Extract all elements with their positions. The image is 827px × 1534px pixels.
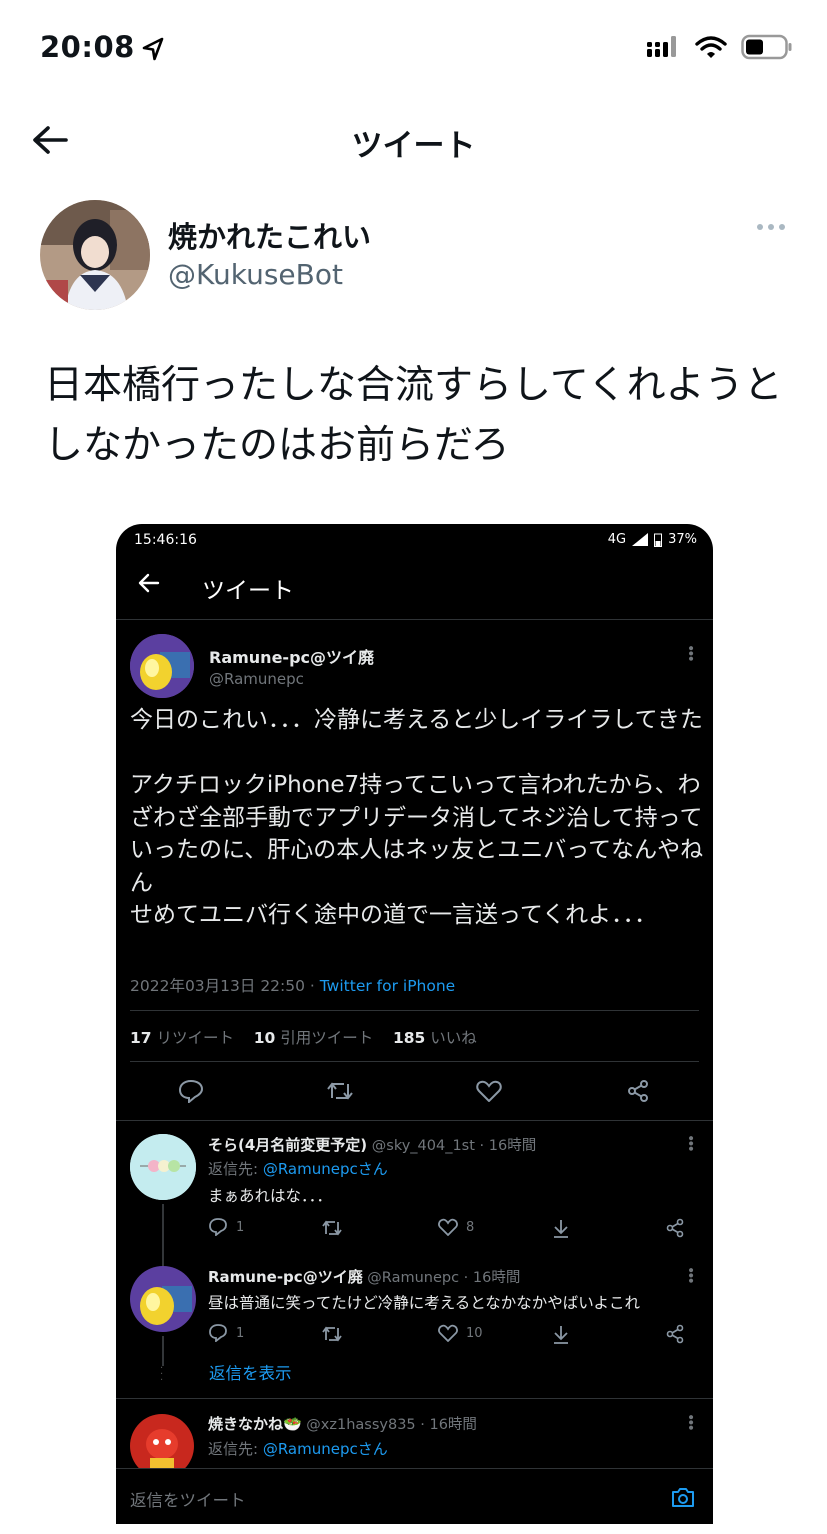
embedded-divider [130, 1061, 699, 1062]
retweet-icon [322, 1326, 342, 1342]
reply3-reply-to: 返信先: @Ramunepcさん [208, 1438, 388, 1459]
attached-image[interactable]: 15:46:16 4G 37% ツイート Ramune-pc@ツイ廃 @Ramu… [116, 524, 713, 1524]
thread-dots: · · · [160, 1363, 164, 1386]
camera-icon [672, 1488, 694, 1507]
author-handle[interactable]: @KukuseBot [168, 258, 343, 291]
reply1-reply-to: 返信先: @Ramunepcさん [208, 1158, 388, 1179]
show-replies-link: 返信を表示 [209, 1364, 292, 1383]
reply-icon [209, 1324, 227, 1342]
embedded-battery-level: 37% [668, 532, 697, 547]
embedded-network: 4G [607, 532, 627, 547]
reply1-text: まぁあれはな．．． [208, 1187, 333, 1205]
embedded-status-time: 15:46:16 [134, 532, 197, 548]
cellular-signal-icon [647, 36, 676, 57]
reply1-more-icon: ••• [682, 1134, 698, 1150]
reply1-name: そら(4月名前変更予定) [208, 1136, 368, 1154]
reply1-reply: 1 [208, 1218, 244, 1236]
reply-icon [209, 1218, 227, 1236]
reply2-name: Ramune-pc@ツイ廃 [208, 1268, 363, 1286]
reply1-like-count: 8 [466, 1219, 475, 1235]
embedded-tweet-text: 今日のこれい．．．冷静に考えると少しイライラしてきた アクチロックiPhone7… [130, 707, 704, 928]
reply2-text: 昼は普通に笑ってたけど冷静に考えるとなかなかやばいよこれ [208, 1294, 640, 1312]
location-arrow-icon [142, 37, 164, 61]
reply3-header: 焼きなかね🥗 @xz1hassy835 · 16時間 [208, 1413, 477, 1434]
embedded-header-title: ツイート [202, 578, 294, 604]
like-count: 185 [392, 1029, 426, 1047]
share-icon [666, 1218, 684, 1238]
more-options-icon[interactable] [756, 222, 786, 232]
retweet-count: 17 [130, 1029, 152, 1047]
reply2-more-icon: ••• [682, 1266, 698, 1282]
reply1-avatar [130, 1134, 196, 1200]
wifi-icon [695, 36, 727, 58]
embedded-compose-bar: 返信をツイート [116, 1468, 713, 1524]
embedded-date-text: 2022年03月13日 22:50 · [130, 977, 320, 995]
reply2-avatar [130, 1266, 196, 1332]
embedded-share-icon [628, 1080, 648, 1102]
embedded-retweet-icon [327, 1082, 353, 1100]
tweet-text: 日本橋行ったしな合流すらしてくれようとしなかったのはお前らだろ [44, 363, 783, 468]
embedded-divider [116, 1120, 713, 1121]
page-title: ツイート [351, 128, 476, 164]
embedded-divider [130, 1010, 699, 1011]
embedded-tweet-date: 2022年03月13日 22:50 · Twitter for iPhone [130, 974, 455, 996]
download-icon [554, 1220, 568, 1238]
like-icon [438, 1324, 458, 1342]
reply1-reply-count: 1 [236, 1219, 245, 1235]
embedded-signal-icon [632, 533, 649, 546]
reply1-header: そら(4月名前変更予定) @sky_404_1st · 16時間 [208, 1134, 536, 1155]
reply1-reply-to-prefix: 返信先: [208, 1160, 263, 1178]
reply3-reply-to-handle: @Ramunepcさん [262, 1440, 388, 1458]
reply3-name: 焼きなかね🥗 [208, 1415, 302, 1433]
thread-line [162, 1336, 164, 1366]
embedded-back-arrow-icon [138, 573, 160, 593]
embedded-stats: 17 リツイート 10 引用ツイート 185 いいね [130, 1026, 477, 1048]
status-icons [647, 34, 793, 60]
embedded-divider [116, 1398, 713, 1399]
reply2-header: Ramune-pc@ツイ廃 @Ramunepc · 16時間 [208, 1266, 520, 1287]
embedded-divider [116, 619, 713, 620]
author-display-name[interactable]: 焼かれたこれい [168, 214, 371, 256]
embedded-battery-icon [654, 533, 663, 547]
embedded-reply-icon [178, 1079, 204, 1103]
quote-count: 10 [253, 1029, 276, 1047]
reply1-meta: @sky_404_1st · 16時間 [367, 1138, 537, 1154]
embedded-avatar [130, 634, 194, 698]
embedded-like-icon [476, 1080, 502, 1102]
reply1-reply-to-handle: @Ramunepcさん [262, 1160, 388, 1178]
retweet-icon [322, 1220, 342, 1236]
status-time: 20:08 [40, 30, 135, 64]
embedded-more-icon: ••• [682, 644, 698, 660]
reply2-reply-count: 1 [236, 1325, 245, 1341]
avatar[interactable] [40, 200, 150, 310]
embedded-status-icons: 4G 37% [608, 532, 697, 547]
reply3-meta: @xz1hassy835 · 16時間 [301, 1417, 477, 1433]
reply3-reply-to-prefix: 返信先: [208, 1440, 263, 1458]
reply2-like: 10 [438, 1324, 483, 1342]
download-icon [554, 1326, 568, 1344]
reply3-more-icon: ••• [682, 1413, 698, 1429]
embedded-compose-placeholder: 返信をツイート [130, 1491, 246, 1510]
embedded-author-name: Ramune-pc@ツイ廃 [209, 648, 375, 667]
like-icon [438, 1218, 458, 1236]
quote-label: 引用ツイート [275, 1029, 374, 1047]
battery-icon [741, 34, 792, 60]
reply2-like-count: 10 [466, 1325, 483, 1341]
reply2-meta: @Ramunepc · 16時間 [362, 1270, 521, 1286]
reply2-reply: 1 [208, 1324, 244, 1342]
embedded-source: Twitter for iPhone [319, 977, 456, 995]
retweet-label: リツイート [151, 1029, 235, 1047]
like-label: いいね [425, 1029, 477, 1047]
avatar-image [40, 200, 150, 310]
share-icon [666, 1324, 684, 1344]
embedded-author-handle: @Ramunepc [209, 670, 304, 688]
reply1-like: 8 [438, 1218, 474, 1236]
